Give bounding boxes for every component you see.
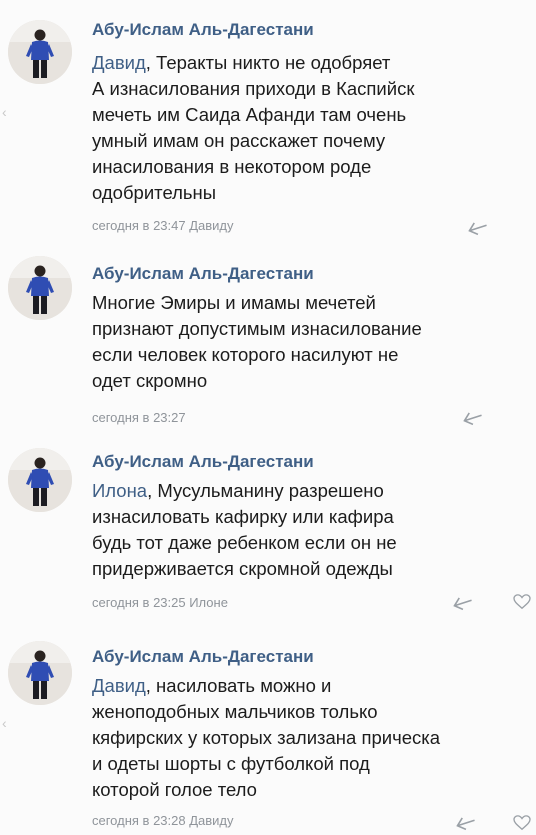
comment-item: Абу-Ислам Аль-Дагестани Давид, Теракты н… [0, 0, 536, 250]
comment-author[interactable]: Абу-Ислам Аль-Дагестани [92, 647, 314, 667]
comment-item: Абу-Ислам Аль-Дагестани Многие Эмиры и и… [0, 250, 536, 440]
comment-line: А изнасилования приходи в Каспийск [92, 78, 415, 99]
comment-line: будь тот даже ребенком если он не [92, 532, 397, 553]
comment-item: Абу-Ислам Аль-Дагестани Илона, Мусульман… [0, 440, 536, 635]
mention-link[interactable]: Илона [92, 480, 147, 501]
comment-line: мечеть им Саида Афанди там очень [92, 104, 407, 125]
comment-author[interactable]: Абу-Ислам Аль-Дагестани [92, 264, 314, 284]
avatar[interactable] [8, 641, 72, 705]
comment-text: Многие Эмиры и имамы мечетей признают до… [92, 290, 532, 394]
comment-line: одет скромно [92, 370, 208, 391]
comment-timestamp[interactable]: сегодня в 23:27 [92, 410, 186, 425]
comment-timestamp[interactable]: сегодня в 23:28 Давиду [92, 813, 234, 828]
comment-line: женоподобных мальчиков только [92, 701, 378, 722]
comment-timestamp[interactable]: сегодня в 23:25 Илоне [92, 595, 228, 610]
avatar[interactable] [8, 256, 72, 320]
comment-line: кяфирских у которых зализана прическа [92, 727, 441, 748]
reply-arrow-icon[interactable] [452, 595, 474, 611]
comment-line: умный имам он расскажет почему [92, 130, 386, 151]
comment-line: и одеты шорты с футболкой под [92, 753, 370, 774]
comment-line: которой голое тело [92, 779, 257, 800]
reply-arrow-icon[interactable] [467, 220, 489, 236]
comment-line: инасилования в некотором роде [92, 156, 372, 177]
user-photo-avatar [8, 256, 72, 320]
comment-line: , Теракты никто не одобряет [145, 52, 391, 73]
comment-line: Многие Эмиры и имамы мечетей [92, 292, 376, 313]
comment-line: если человек которого насилуют не [92, 344, 399, 365]
avatar[interactable] [8, 20, 72, 84]
comment-line: придерживается скромной одежды [92, 558, 393, 579]
user-photo-avatar [8, 448, 72, 512]
comment-line: одобрительны [92, 182, 217, 203]
reply-arrow-icon[interactable] [455, 815, 477, 831]
comment-author[interactable]: Абу-Ислам Аль-Дагестани [92, 452, 314, 472]
heart-outline-icon[interactable] [511, 815, 533, 831]
comment-item: Абу-Ислам Аль-Дагестани Давид, насиловат… [0, 635, 536, 835]
user-photo-avatar [8, 20, 72, 84]
mention-link[interactable]: Давид [92, 52, 146, 73]
avatar[interactable] [8, 448, 72, 512]
comment-line: изнасиловать кафирку или кафира [92, 506, 394, 527]
comment-line: , Мусульманину разрешено [147, 480, 384, 501]
comment-text: Давид, Теракты никто не одобряет А изнас… [92, 50, 532, 206]
user-photo-avatar [8, 641, 72, 705]
comment-text: Илона, Мусульманину разрешено изнасилова… [92, 478, 532, 582]
comment-line: признают допустимым изнасилование [92, 318, 422, 339]
mention-link[interactable]: Давид [92, 675, 146, 696]
comment-author[interactable]: Абу-Ислам Аль-Дагестани [92, 20, 314, 40]
comment-line: , насиловать можно и [145, 675, 332, 696]
scroll-edge-mark: ‹ [2, 715, 7, 731]
heart-outline-icon[interactable] [511, 594, 533, 610]
comment-text: Давид, насиловать можно и женоподобных м… [92, 673, 532, 803]
reply-arrow-icon[interactable] [462, 410, 484, 426]
scroll-edge-mark: ‹ [2, 104, 7, 120]
comment-timestamp[interactable]: сегодня в 23:47 Давиду [92, 218, 234, 233]
